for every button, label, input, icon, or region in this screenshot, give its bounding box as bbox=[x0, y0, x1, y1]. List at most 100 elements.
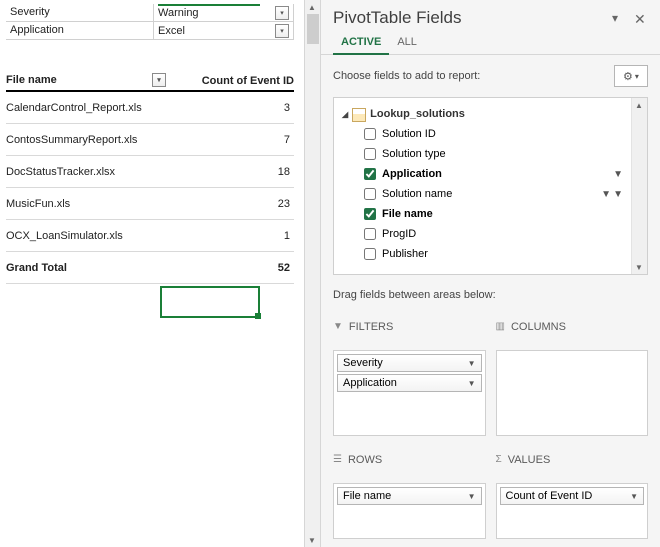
field-row[interactable]: ProgID bbox=[338, 224, 643, 244]
rows-icon: ☰ bbox=[333, 454, 342, 465]
filename-cell: DocStatusTracker.xlsx bbox=[6, 166, 166, 178]
rows-area[interactable]: File name ▼ bbox=[333, 483, 486, 539]
slicer-value: Warning bbox=[158, 7, 199, 19]
field-checkbox[interactable] bbox=[364, 248, 376, 260]
table-root[interactable]: ◢ Lookup_solutions bbox=[338, 104, 643, 124]
col-header-filename: File name bbox=[6, 74, 57, 86]
count-cell: 1 bbox=[166, 230, 294, 242]
columns-area[interactable] bbox=[496, 350, 649, 436]
chevron-down-icon[interactable]: ▼ bbox=[630, 492, 638, 501]
scroll-up-icon[interactable]: ▲ bbox=[305, 0, 319, 14]
selected-cell[interactable] bbox=[160, 286, 260, 318]
grand-total-value: 52 bbox=[166, 262, 294, 274]
scroll-down-icon[interactable]: ▼ bbox=[305, 533, 319, 547]
values-area[interactable]: Count of Event ID ▼ bbox=[496, 483, 649, 539]
field-checkbox[interactable] bbox=[364, 228, 376, 240]
field-row[interactable]: File name bbox=[338, 204, 643, 224]
field-label: Solution name bbox=[382, 188, 452, 200]
field-label: Solution type bbox=[382, 148, 446, 160]
filter-icon: ▼ bbox=[613, 189, 623, 200]
table-row[interactable]: OCX_LoanSimulator.xls1 bbox=[6, 220, 294, 252]
pivot-table: File name Count of Event ID CalendarCont… bbox=[6, 68, 294, 284]
field-label: Publisher bbox=[382, 248, 428, 260]
dropdown-icon[interactable]: ▾ bbox=[612, 11, 626, 25]
field-label: Application bbox=[382, 168, 442, 180]
field-label: File name bbox=[382, 208, 433, 220]
filename-cell: CalendarControl_Report.xls bbox=[6, 102, 166, 114]
slicer-dropdown[interactable] bbox=[275, 24, 289, 38]
field-checkbox[interactable] bbox=[364, 208, 376, 220]
filters-area[interactable]: Severity▼Application▼ bbox=[333, 350, 486, 436]
col-header-count: Count of Event ID bbox=[166, 75, 294, 87]
table-icon bbox=[352, 108, 366, 120]
fields-list: ◢ Lookup_solutions Solution ID Solution t… bbox=[333, 97, 648, 275]
pill-label: Count of Event ID bbox=[506, 490, 593, 502]
table-root-label: Lookup_solutions bbox=[370, 108, 465, 120]
tab-all[interactable]: ALL bbox=[389, 32, 425, 54]
area-columns-label: COLUMNS bbox=[511, 321, 566, 333]
field-row[interactable]: Publisher bbox=[338, 244, 643, 264]
count-cell: 23 bbox=[166, 198, 294, 210]
field-pill[interactable]: Severity ▼ bbox=[337, 354, 482, 372]
filter-icon: ▼ bbox=[333, 321, 343, 332]
field-row[interactable]: Solution ID bbox=[338, 124, 643, 144]
field-checkbox[interactable] bbox=[364, 168, 376, 180]
tab-active[interactable]: ACTIVE bbox=[333, 32, 389, 54]
field-checkbox[interactable] bbox=[364, 148, 376, 160]
area-values-label: VALUES bbox=[508, 454, 551, 466]
worksheet: SeverityWarningApplication Excel File nam… bbox=[0, 0, 320, 547]
chevron-down-icon[interactable]: ▼ bbox=[468, 379, 476, 388]
slicer-label: Application bbox=[6, 22, 154, 39]
field-label: ProgID bbox=[382, 228, 416, 240]
pill-label: File name bbox=[343, 490, 391, 502]
table-row[interactable]: CalendarControl_Report.xls3 bbox=[6, 92, 294, 124]
filter-icon: ▼ bbox=[601, 189, 611, 200]
scroll-up-icon[interactable]: ▲ bbox=[632, 98, 646, 112]
filter-icon: ▼ bbox=[613, 169, 623, 180]
field-label: Solution ID bbox=[382, 128, 436, 140]
close-icon[interactable]: ✕ bbox=[634, 11, 648, 25]
area-filters-label: FILTERS bbox=[349, 321, 393, 333]
slicer-dropdown[interactable] bbox=[275, 6, 289, 20]
table-row[interactable]: MusicFun.xls23 bbox=[6, 188, 294, 220]
table-row[interactable]: DocStatusTracker.xlsx18 bbox=[6, 156, 294, 188]
field-pill[interactable]: Count of Event ID ▼ bbox=[500, 487, 645, 505]
filter-dropdown-filename[interactable] bbox=[152, 73, 166, 87]
chevron-down-icon[interactable]: ▼ bbox=[468, 359, 476, 368]
filename-cell: ContosSummaryReport.xls bbox=[6, 134, 166, 146]
fields-scrollbar[interactable]: ▲ ▼ bbox=[631, 98, 647, 274]
filename-cell: MusicFun.xls bbox=[6, 198, 166, 210]
field-checkbox[interactable] bbox=[364, 188, 376, 200]
table-row[interactable]: ContosSummaryReport.xls7 bbox=[6, 124, 294, 156]
collapse-icon[interactable]: ◢ bbox=[342, 110, 348, 119]
slicer-row: Application Excel bbox=[6, 22, 294, 40]
count-cell: 18 bbox=[166, 166, 294, 178]
field-row[interactable]: Application ▼ bbox=[338, 164, 643, 184]
field-pill[interactable]: Application▼ bbox=[337, 374, 482, 392]
drag-hint: Drag fields between areas below: bbox=[321, 283, 660, 307]
field-pill[interactable]: File name ▼ bbox=[337, 487, 482, 505]
area-rows-label: ROWS bbox=[348, 454, 382, 466]
field-row[interactable]: Solution name ▼▼ bbox=[338, 184, 643, 204]
slicer-row: SeverityWarning bbox=[6, 4, 294, 22]
grand-total-label: Grand Total bbox=[6, 262, 166, 274]
columns-icon: ▥ bbox=[496, 321, 505, 332]
pill-label: Severity bbox=[343, 357, 383, 369]
slicer-value: Excel bbox=[158, 25, 185, 37]
values-icon: Σ bbox=[496, 454, 502, 465]
pivottable-fields-pane: PivotTable Fields ▾ ✕ ACTIVE ALL Choose … bbox=[320, 0, 660, 547]
scroll-down-icon[interactable]: ▼ bbox=[632, 260, 646, 274]
count-cell: 7 bbox=[166, 134, 294, 146]
worksheet-scrollbar[interactable]: ▲ ▼ bbox=[304, 0, 320, 547]
scroll-thumb[interactable] bbox=[307, 14, 319, 44]
field-row[interactable]: Solution type bbox=[338, 144, 643, 164]
choose-fields-label: Choose fields to add to report: bbox=[333, 70, 480, 82]
count-cell: 3 bbox=[166, 102, 294, 114]
fill-handle[interactable] bbox=[255, 313, 261, 319]
filename-cell: OCX_LoanSimulator.xls bbox=[6, 230, 166, 242]
chevron-down-icon[interactable]: ▼ bbox=[468, 492, 476, 501]
tabs: ACTIVE ALL bbox=[321, 28, 660, 55]
gear-icon: ⚙ bbox=[623, 70, 633, 83]
tools-button[interactable]: ⚙▾ bbox=[614, 65, 648, 87]
field-checkbox[interactable] bbox=[364, 128, 376, 140]
